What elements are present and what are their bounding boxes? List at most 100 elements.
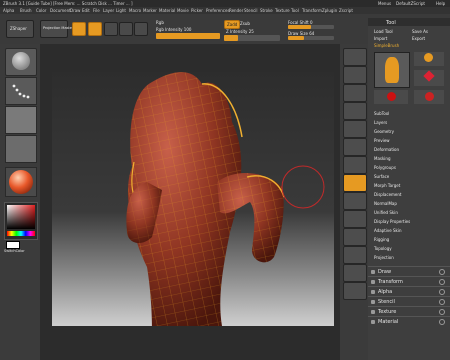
zsub-label[interactable]: Zsub — [240, 21, 250, 26]
rgb-intensity-slider[interactable] — [156, 33, 220, 39]
menu-brush[interactable]: Brush — [20, 8, 32, 13]
tool-thumb-sphere[interactable] — [374, 90, 408, 104]
main-color-swatch[interactable] — [6, 241, 20, 249]
menu-alpha[interactable]: Alpha — [3, 8, 14, 13]
aahalf-button[interactable] — [343, 102, 367, 120]
texture-toggle-icon[interactable] — [439, 309, 445, 315]
menu-macro[interactable]: Macro — [129, 8, 141, 13]
save-as-button[interactable]: Save As — [412, 29, 428, 34]
geometry-item[interactable]: Geometry — [374, 129, 394, 134]
menus-toggle[interactable]: Menus — [378, 1, 391, 6]
menu-texture[interactable]: Texture — [275, 8, 290, 13]
normalmap-item[interactable]: NormalMap — [374, 201, 397, 206]
polyf-button[interactable] — [343, 264, 367, 282]
menu-layer[interactable]: Layer — [103, 8, 114, 13]
transform-toggle-icon[interactable] — [439, 279, 445, 285]
menu-stencil[interactable]: Stencil — [244, 8, 258, 13]
local-button[interactable] — [343, 156, 367, 174]
subpalette-transform[interactable]: Transform — [368, 276, 450, 286]
load-tool-button[interactable]: Load Tool — [374, 29, 393, 34]
menu-document[interactable]: Document — [50, 8, 71, 13]
focal-shift-slider[interactable] — [288, 25, 334, 29]
tool-thumb-polymesh[interactable] — [414, 70, 444, 86]
projection-item[interactable]: Projection — [374, 255, 394, 260]
help-button[interactable]: Help — [436, 1, 445, 6]
draw-size-slider[interactable] — [288, 36, 334, 40]
stencil-toggle-icon[interactable] — [439, 299, 445, 305]
preview-item[interactable]: Preview — [374, 138, 390, 143]
projection-master-button[interactable]: Projection Master — [40, 20, 73, 38]
xyz-button[interactable] — [343, 174, 367, 192]
alpha-picker[interactable] — [5, 106, 37, 134]
adaptive-skin-item[interactable]: Adaptive Skin — [374, 228, 401, 233]
zshaper-button[interactable]: ZShaper — [6, 20, 34, 38]
menu-picker[interactable]: Picker — [191, 8, 203, 13]
subpalette-material[interactable]: Material — [368, 316, 450, 326]
material-toggle-icon[interactable] — [439, 319, 445, 325]
current-tool-thumb[interactable] — [374, 52, 410, 88]
menu-edit[interactable]: Edit — [82, 8, 90, 13]
morph-target-item[interactable]: Morph Target — [374, 183, 400, 188]
document-canvas[interactable] — [52, 72, 334, 326]
subpalette-draw[interactable]: Draw — [368, 266, 450, 276]
menu-preferences[interactable]: Preferences — [206, 8, 230, 13]
scale-button[interactable] — [343, 228, 367, 246]
material-picker[interactable] — [5, 167, 37, 197]
rigging-item[interactable]: Rigging — [374, 237, 389, 242]
move-button[interactable] — [343, 210, 367, 228]
hue-strip[interactable] — [7, 231, 35, 236]
export-button[interactable]: Export — [412, 36, 425, 41]
subpalette-alpha[interactable]: Alpha — [368, 286, 450, 296]
menu-file[interactable]: File — [93, 8, 100, 13]
edit-mode-button[interactable] — [72, 22, 86, 36]
menu-tool[interactable]: Tool — [291, 8, 299, 13]
default-zscript-button[interactable]: DefaultZScript — [396, 1, 425, 6]
texture-picker[interactable] — [5, 135, 37, 163]
frame-button[interactable] — [343, 192, 367, 210]
unified-skin-item[interactable]: Unified Skin — [374, 210, 398, 215]
draw-mode-button[interactable] — [88, 22, 102, 36]
deformation-item[interactable]: Deformation — [374, 147, 399, 152]
menu-render[interactable]: Render — [229, 8, 243, 13]
actual-button[interactable] — [343, 84, 367, 102]
subtool-item[interactable]: SubTool — [374, 111, 389, 116]
scroll-button[interactable] — [343, 48, 367, 66]
rotate-mode-button[interactable] — [134, 22, 148, 36]
stroke-picker[interactable] — [5, 77, 37, 105]
menu-movie[interactable]: Movie — [177, 8, 189, 13]
menu-marker[interactable]: Marker — [143, 8, 157, 13]
display-properties-item[interactable]: Display Properties — [374, 219, 410, 224]
displacement-item[interactable]: Displacement — [374, 192, 402, 197]
menu-material[interactable]: Material — [159, 8, 175, 13]
menu-transform[interactable]: Transform — [302, 8, 322, 13]
color-picker[interactable] — [4, 202, 38, 240]
menu-zplugin[interactable]: Zplugin — [322, 8, 337, 13]
alpha-toggle-icon[interactable] — [439, 289, 445, 295]
transp-button[interactable] — [343, 282, 367, 300]
subpalette-stencil[interactable]: Stencil — [368, 296, 450, 306]
tool-thumb-simplebrush[interactable] — [414, 52, 444, 66]
menu-zscript[interactable]: Zscript — [339, 8, 353, 13]
masking-item[interactable]: Masking — [374, 156, 391, 161]
surface-item[interactable]: Surface — [374, 174, 389, 179]
rotate-button[interactable] — [343, 246, 367, 264]
menu-color[interactable]: Color — [36, 8, 46, 13]
menu-draw[interactable]: Draw — [70, 8, 80, 13]
move-mode-button[interactable] — [104, 22, 118, 36]
tool-thumb-zsketch[interactable] — [414, 90, 444, 104]
zadd-button[interactable]: Zadd — [224, 20, 240, 29]
topology-item[interactable]: Topology — [374, 246, 392, 251]
color-gradient[interactable] — [7, 205, 35, 229]
menu-stroke[interactable]: Stroke — [260, 8, 273, 13]
polygroups-item[interactable]: Polygroups — [374, 165, 396, 170]
import-button[interactable]: Import — [374, 36, 387, 41]
z-intensity-slider[interactable] — [224, 35, 280, 41]
layers-item[interactable]: Layers — [374, 120, 387, 125]
brush-picker[interactable] — [5, 48, 37, 76]
subpalette-texture[interactable]: Texture — [368, 306, 450, 316]
floor-button[interactable] — [343, 138, 367, 156]
zoom-button[interactable] — [343, 66, 367, 84]
switch-color-label[interactable]: SwitchColor — [4, 249, 25, 253]
draw-toggle-icon[interactable] — [439, 269, 445, 275]
persp-button[interactable] — [343, 120, 367, 138]
